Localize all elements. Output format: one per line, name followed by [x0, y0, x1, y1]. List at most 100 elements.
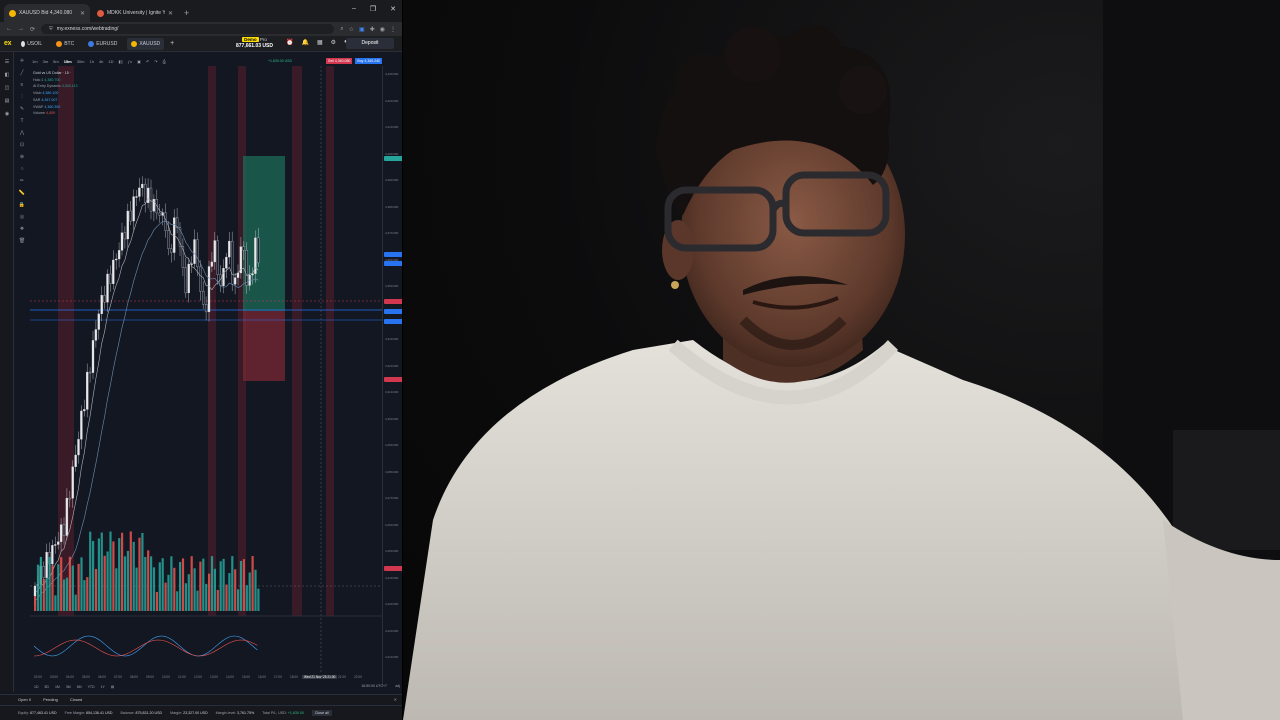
- trend-line-icon[interactable]: ╱: [14, 70, 30, 76]
- timeframe-1h[interactable]: 1h: [89, 59, 93, 64]
- close-tab-icon[interactable]: ✕: [80, 10, 85, 17]
- instrument-tab-xauusd[interactable]: XAUUSD: [127, 37, 165, 50]
- bookmark-star-icon[interactable]: ☆: [349, 26, 354, 33]
- undo-icon[interactable]: ↶: [146, 59, 149, 64]
- instruments-icon[interactable]: ◧: [0, 72, 14, 78]
- timeframe-4h[interactable]: 4h: [99, 59, 103, 64]
- indicators-icon[interactable]: ƒx: [128, 59, 132, 64]
- reload-icon[interactable]: ⟳: [30, 26, 35, 33]
- timeframe-1m[interactable]: 1m: [32, 59, 38, 64]
- close-panel-icon[interactable]: ✕: [394, 697, 397, 702]
- price-scale[interactable]: 4,430.000 4,420.000 4,410.000 4,400.000 4,39…: [382, 66, 402, 686]
- back-icon[interactable]: ←: [6, 26, 12, 32]
- signals-icon[interactable]: ◉: [0, 111, 14, 117]
- zoom-icon[interactable]: ⌕: [340, 26, 343, 33]
- lock-icon[interactable]: 🔒: [14, 202, 30, 208]
- news-icon[interactable]: ▤: [0, 98, 14, 104]
- range-3m[interactable]: 3M: [66, 685, 71, 689]
- volume-bar: [222, 558, 225, 611]
- site-info-icon[interactable]: ⛨: [49, 26, 53, 32]
- buy-button[interactable]: Buy 4,340.240: [355, 58, 382, 64]
- symbol-line[interactable]: Gold vs US Dollar · 15 ·: [33, 70, 78, 77]
- timezone-label[interactable]: 16:50:00 UTC+7: [361, 684, 387, 688]
- zoom-in-icon[interactable]: ⊕: [14, 154, 30, 160]
- menu-icon[interactable]: ☰: [0, 59, 14, 65]
- range-6m[interactable]: 6M: [77, 685, 82, 689]
- horizontal-line-icon[interactable]: ≡: [14, 82, 30, 88]
- profile-icon[interactable]: ◉: [380, 26, 385, 33]
- apps-grid-icon[interactable]: ▦: [317, 39, 323, 46]
- notification-bell-icon[interactable]: 🔔: [301, 39, 308, 46]
- indicator-name: SAR: [33, 97, 41, 102]
- price-tick-label: 4,390.000: [385, 178, 399, 182]
- adjust-toggle[interactable]: adj: [395, 684, 400, 688]
- maximize-icon[interactable]: ❐: [370, 5, 376, 13]
- redo-icon[interactable]: ↷: [154, 59, 157, 64]
- range-5d[interactable]: 5D: [44, 685, 48, 689]
- exness-logo[interactable]: ex: [4, 40, 11, 47]
- fib-icon[interactable]: ⫶: [14, 94, 30, 100]
- alarm-clock-icon[interactable]: ⏰: [286, 39, 293, 46]
- oil-drop-icon: [21, 40, 26, 47]
- indicator-name: Volume: [33, 111, 45, 116]
- chart-type-candles-icon[interactable]: ▮▯: [119, 59, 123, 64]
- instrument-tab-usoil[interactable]: USOIL: [17, 38, 46, 50]
- extension-icon[interactable]: ▣: [359, 26, 365, 33]
- extensions-puzzle-icon[interactable]: ✚: [370, 26, 375, 33]
- measure-icon[interactable]: ⊡: [14, 142, 30, 148]
- timeframe-30m[interactable]: 30m: [77, 59, 85, 64]
- tab-closed[interactable]: Closed: [70, 697, 82, 702]
- pencil-icon[interactable]: ✏: [14, 178, 30, 184]
- candle-body: [123, 232, 127, 240]
- url-field[interactable]: ⛨ my.exness.com/webtrading/: [41, 24, 335, 34]
- sell-button[interactable]: Sell 4,340.080: [326, 58, 353, 64]
- menu-kebab-icon[interactable]: ⋮: [390, 26, 396, 33]
- timeframe-15m[interactable]: 15m: [64, 59, 72, 64]
- candle-body: [231, 240, 234, 285]
- new-tab-button[interactable]: +: [180, 4, 193, 22]
- minimize-icon[interactable]: –: [352, 5, 356, 13]
- deposit-button[interactable]: Deposit: [346, 38, 394, 49]
- layout-icon[interactable]: ▣: [137, 59, 141, 64]
- address-bar-row: ← → ⟳ ⛨ my.exness.com/webtrading/ ⌕ ☆ ▣ ✚…: [0, 22, 402, 36]
- candle-body: [135, 196, 138, 198]
- text-tool-icon[interactable]: T: [14, 118, 30, 124]
- range-1m[interactable]: 1M: [55, 685, 60, 689]
- snapshot-icon[interactable]: ⎙: [163, 59, 166, 64]
- instrument-tab-eurusd[interactable]: EURUSD: [84, 38, 121, 50]
- layers-icon[interactable]: ❖: [14, 226, 30, 232]
- trash-icon[interactable]: 🗑: [14, 238, 30, 244]
- settings-gear-icon[interactable]: ⚙: [331, 39, 336, 46]
- close-all-button[interactable]: Close all: [311, 710, 332, 716]
- close-tab-icon[interactable]: ✕: [168, 10, 173, 17]
- magnet-icon[interactable]: ∩: [14, 166, 30, 172]
- tab-open[interactable]: Open 0: [18, 697, 31, 702]
- calendar-icon[interactable]: ◫: [0, 85, 14, 91]
- volume-bar: [187, 574, 190, 611]
- instrument-tab-btc[interactable]: BTC: [52, 38, 78, 50]
- tab-pending[interactable]: Pending: [43, 697, 58, 702]
- range-ytd[interactable]: YTD: [88, 685, 95, 689]
- position-pnl-label[interactable]: +1,630.00 USD: [268, 59, 292, 63]
- crosshair-icon[interactable]: ✛: [14, 58, 30, 64]
- timeframe-3m[interactable]: 3m: [43, 59, 49, 64]
- price-chart[interactable]: [30, 66, 382, 686]
- calendar-range-icon[interactable]: ▤: [111, 685, 114, 689]
- volume-bar: [164, 582, 167, 611]
- browser-tab-xauusd[interactable]: XAUUSD Bid 4,340.080 ✕: [4, 4, 90, 22]
- time-axis[interactable]: 02:00 03:00 04:00 05:00 06:00 07:00 08:00 09:00…: [30, 674, 382, 682]
- range-1d[interactable]: 1D: [34, 685, 38, 689]
- range-1y[interactable]: 1Y: [101, 685, 105, 689]
- eye-icon[interactable]: ◎: [14, 214, 30, 220]
- timeframe-5m[interactable]: 5m: [53, 59, 59, 64]
- add-instrument-button[interactable]: +: [170, 40, 174, 47]
- brush-icon[interactable]: ✎: [14, 106, 30, 112]
- timeframe-1d[interactable]: 1D: [108, 59, 113, 64]
- ruler-icon[interactable]: 📏: [14, 190, 30, 196]
- indicator-row: Vdub 4,380.100: [33, 90, 78, 97]
- pattern-icon[interactable]: ⋀: [14, 130, 30, 136]
- forward-icon[interactable]: →: [18, 26, 24, 32]
- account-balance[interactable]: Demo Pro 877,661.03 USD: [236, 37, 273, 49]
- browser-tab-mdkk[interactable]: MDKK University | Ignite Your F ✕: [92, 4, 178, 22]
- close-window-icon[interactable]: ✕: [390, 5, 396, 13]
